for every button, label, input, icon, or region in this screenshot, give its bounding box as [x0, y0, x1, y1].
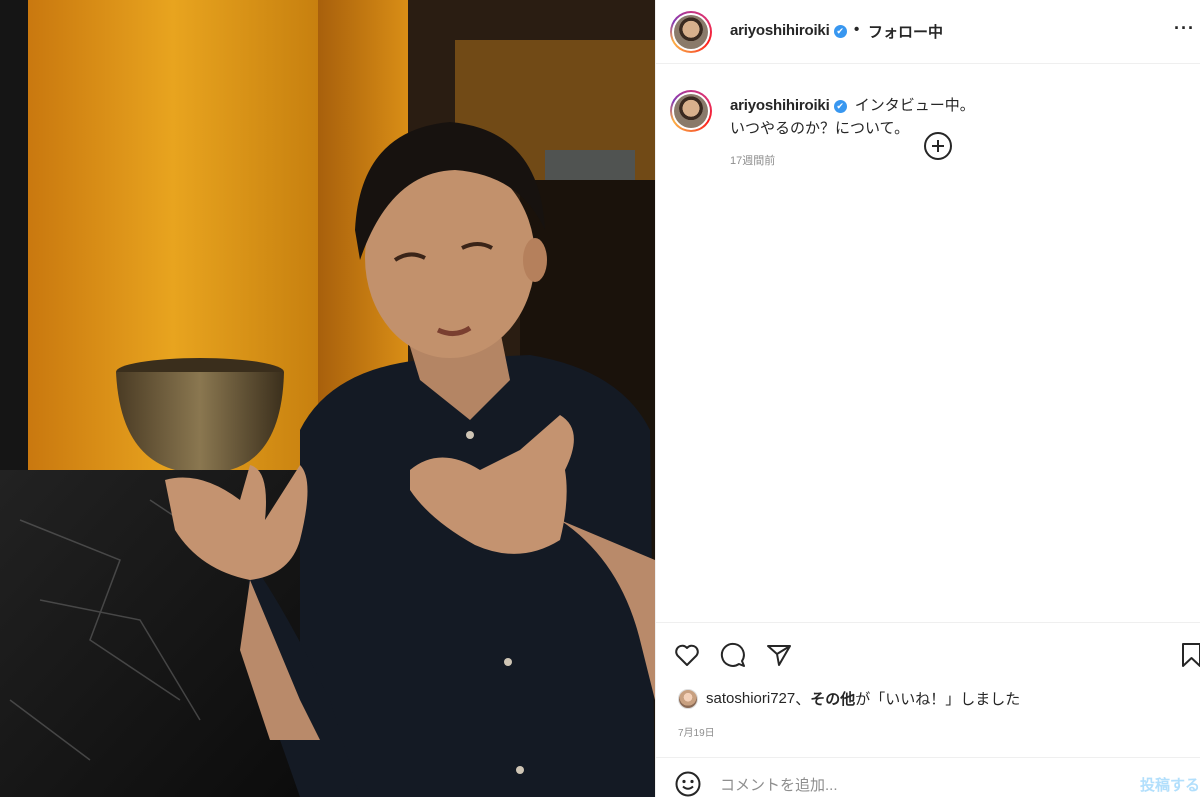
post-comment-button[interactable]: 投稿する	[1140, 774, 1200, 795]
author-username-link[interactable]: ariyoshihiroiki ✔	[730, 22, 847, 39]
likes-connector: 、	[795, 691, 811, 708]
comment-icon[interactable]	[718, 640, 748, 670]
author-avatar[interactable]	[670, 11, 712, 53]
other-likers-link[interactable]: その他	[810, 688, 855, 709]
follow-status-button[interactable]: フォロー中	[868, 21, 943, 42]
photo-illustration	[0, 0, 655, 797]
caption-author-avatar[interactable]	[670, 90, 712, 132]
comment-bar: コメントを追加... 投稿する	[656, 757, 1200, 797]
post-actions-section: satoshiori727、その他 が「いいね！」しました 7月19日 コメントを…	[656, 622, 1200, 797]
post-photo[interactable]	[0, 0, 655, 797]
caption-line-2: いつやるのか？について。	[730, 120, 910, 137]
post-detail-panel: ariyoshihiroiki ✔ • フォロー中 ··· ariyoshihir…	[655, 0, 1200, 797]
liker-avatar[interactable]	[678, 688, 698, 709]
post-date[interactable]: 7月19日	[678, 724, 715, 739]
verified-badge-icon: ✔	[833, 24, 847, 38]
emoji-icon[interactable]	[675, 771, 701, 797]
caption-username-link[interactable]: ariyoshihiroiki ✔	[730, 97, 847, 114]
load-more-comments-icon[interactable]	[924, 132, 952, 160]
more-options-icon[interactable]: ···	[1174, 18, 1195, 39]
post-header: ariyoshihiroiki ✔ • フォロー中 ···	[656, 0, 1200, 64]
liker-username-link[interactable]: satoshiori727	[706, 690, 795, 707]
caption-timestamp[interactable]: 17週間前	[730, 152, 775, 168]
avatar-image	[674, 15, 708, 49]
caption-text: ariyoshihiroiki ✔ インタビュー中。 いつやるのか？について。	[730, 94, 1170, 140]
likes-suffix: が「いいね！」しました	[855, 691, 1021, 708]
share-icon[interactable]	[764, 640, 794, 670]
heart-icon[interactable]	[672, 640, 702, 670]
comment-input[interactable]: コメントを追加...	[720, 774, 838, 795]
header-separator: •	[854, 21, 860, 38]
verified-badge-icon: ✔	[833, 99, 847, 113]
avatar-image	[674, 94, 708, 128]
bookmark-icon[interactable]	[1176, 640, 1200, 670]
likes-summary: satoshiori727、その他 が「いいね！」しました	[678, 688, 1020, 709]
caption-line-1: インタビュー中。	[854, 97, 975, 114]
